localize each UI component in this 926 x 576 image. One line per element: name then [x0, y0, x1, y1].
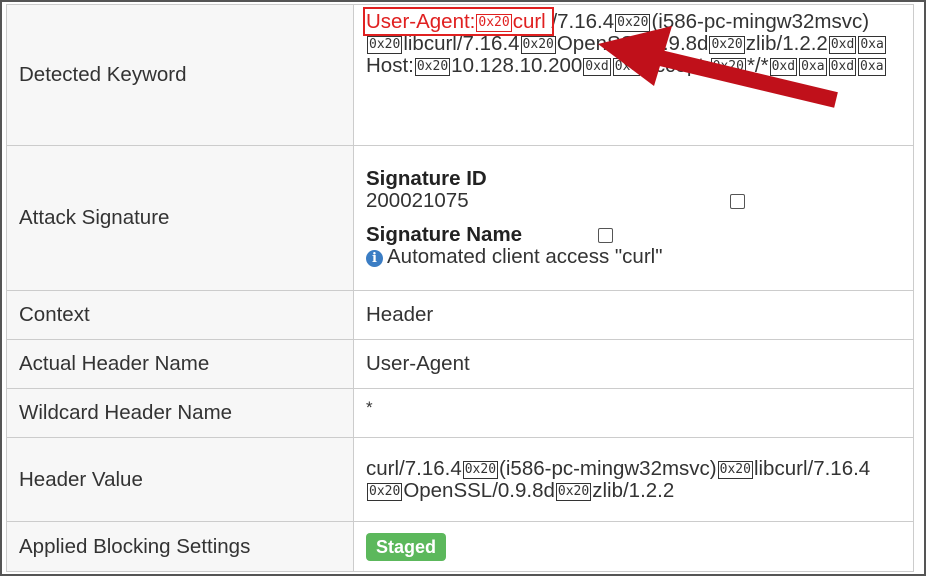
detected-keyword-label: Detected Keyword — [6, 4, 354, 146]
hex-byte: 0xd — [828, 58, 857, 76]
text-segment: libcurl/7.16.4 — [403, 32, 520, 55]
row-attack-signature: Attack Signature Signature ID 200021075 … — [6, 145, 914, 291]
row-wildcard-header: Wildcard Header Name * — [6, 388, 914, 438]
actual-header-value: User-Agent — [353, 339, 914, 389]
row-actual-header: Actual Header Name User-Agent — [6, 339, 914, 389]
keyword-highlight: User-Agent: 0x20 curl — [362, 7, 555, 36]
hex-byte: 0xa — [858, 58, 886, 76]
hex-byte: 0x20 — [367, 36, 403, 54]
signature-name-checkbox[interactable] — [598, 228, 613, 243]
text-segment: curl/7.16.4 — [366, 456, 462, 480]
signature-id-title: Signature ID — [366, 167, 487, 190]
context-value: Header — [353, 290, 914, 340]
signature-name[interactable]: i Automated client access "curl" — [366, 246, 901, 268]
row-detected-keyword: Detected Keyword User-Agent: 0x20 curl /7.… — [6, 4, 914, 146]
row-context: Context Header — [6, 290, 914, 340]
hex-byte: 0x20 — [709, 36, 745, 54]
hex-byte: 0x20 — [476, 14, 512, 32]
text-segment: OpenSSL/0.9.8d — [403, 478, 555, 502]
hex-byte: 0xd — [583, 58, 611, 76]
signature-name-value: Automated client access "curl" — [387, 245, 663, 268]
text-segment: zlib/1.2.2 — [745, 32, 828, 55]
row-blocking: Applied Blocking Settings Staged — [6, 521, 914, 572]
detected-keyword-value: User-Agent: 0x20 curl /7.16.4 0x20 (i586-pc-… — [353, 4, 914, 146]
actual-header-label: Actual Header Name — [6, 339, 354, 389]
text-segment: (i586-pc-mingw32msvc) — [499, 456, 717, 480]
hex-byte: 0xa — [612, 58, 641, 76]
text-segment: 10.128.10.200 — [451, 54, 583, 77]
signature-name-title: Signature Name — [366, 223, 523, 246]
text-segment: /7.16.4 — [551, 10, 615, 33]
text-segment: Host: — [366, 54, 414, 77]
signature-id-value: 200021075 — [366, 189, 469, 212]
staged-badge: Staged — [366, 532, 447, 561]
blocking-value: Staged — [353, 521, 914, 572]
text-segment: */* — [746, 54, 769, 77]
hex-byte: 0x20 — [710, 58, 746, 76]
hex-byte: 0xd — [769, 58, 798, 76]
wildcard-header-label: Wildcard Header Name — [6, 388, 354, 438]
text-segment: libcurl/7.16.4 — [753, 456, 871, 480]
row-header-value: Header Value curl/7.16.4 0x20 (i586-pc-min… — [6, 437, 914, 522]
text-segment: Accept: — [641, 54, 710, 77]
context-label: Context — [6, 290, 354, 340]
hex-byte: 0xa — [858, 36, 886, 54]
highlight-text-header: User-Agent: — [366, 10, 476, 33]
hex-byte: 0x20 — [717, 460, 753, 479]
hex-byte: 0x20 — [555, 482, 592, 501]
hex-byte: 0xd — [828, 36, 857, 54]
highlight-text-curl: curl — [512, 10, 546, 33]
hex-byte: 0x20 — [615, 14, 651, 32]
text-segment: OpenSSL/0.9.8d — [556, 32, 709, 55]
blocking-label: Applied Blocking Settings — [6, 521, 354, 572]
text-segment: (i586-pc-mingw32msvc) — [651, 10, 870, 33]
text-segment: zlib/1.2.2 — [592, 478, 675, 502]
hex-byte: 0xa — [799, 58, 827, 76]
hex-byte: 0x20 — [414, 58, 451, 76]
info-circle-icon[interactable]: i — [366, 250, 383, 267]
attack-signature-label: Attack Signature — [6, 145, 354, 291]
hex-byte: 0x20 — [367, 482, 403, 501]
wildcard-header-value: * — [353, 388, 914, 438]
signature-id-checkbox[interactable] — [730, 194, 745, 209]
header-value-label: Header Value — [6, 437, 354, 522]
hex-byte: 0x20 — [520, 36, 556, 54]
hex-byte: 0x20 — [462, 460, 499, 479]
attack-signature-value: Signature ID 200021075 Signature Name iA… — [353, 145, 914, 291]
header-value-value: curl/7.16.4 0x20 (i586-pc-mingw32msvc) 0x20… — [353, 437, 914, 522]
violation-details-table: Detected Keyword User-Agent: 0x20 curl /7.… — [6, 4, 914, 572]
